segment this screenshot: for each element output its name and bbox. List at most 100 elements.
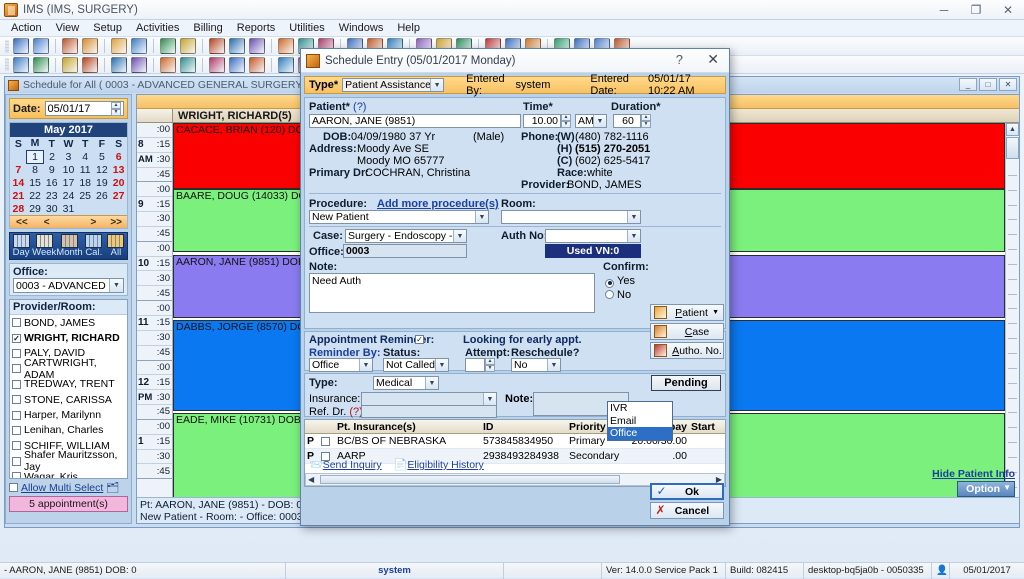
provider-row-7[interactable]: Lenihan, Charles <box>10 423 127 438</box>
view-tab-day[interactable]: Day <box>10 233 32 259</box>
menu-help[interactable]: Help <box>390 21 427 35</box>
toolbar-button-7[interactable] <box>160 38 176 54</box>
toolbar-button-3[interactable] <box>62 38 78 54</box>
provider-checkbox[interactable] <box>12 379 21 389</box>
procedure-chevron-down-icon[interactable]: ▼ <box>475 211 488 223</box>
close-button[interactable]: ✕ <box>992 0 1024 20</box>
type-combo[interactable]: Patient Assistance ▼ <box>342 78 445 92</box>
patient-button[interactable]: Patient ▼ <box>650 304 724 321</box>
calendar-day-11[interactable]: 11 <box>77 163 94 176</box>
patient-input[interactable]: AARON, JANE (9851) <box>309 114 521 128</box>
time-input[interactable]: 10.00 <box>523 114 561 128</box>
provider-row-0[interactable]: BOND, JAMES <box>10 315 127 330</box>
reminder-by-combo[interactable]: Office ▼ <box>309 358 373 372</box>
calendar-day-17[interactable]: 17 <box>60 176 77 189</box>
view-tab-cal[interactable]: Cal. <box>83 233 105 259</box>
calendar-day-23[interactable]: 23 <box>43 189 60 202</box>
calendar-next-year-button[interactable]: >> <box>110 217 127 228</box>
ampm-chevron-down-icon[interactable]: ▼ <box>593 115 606 127</box>
reschedule-combo[interactable]: No ▼ <box>511 358 561 372</box>
time-slot-1:00[interactable]: :00 <box>137 420 172 435</box>
menu-view[interactable]: View <box>49 21 87 35</box>
insurance-checkbox[interactable] <box>321 436 330 446</box>
insurance-combo[interactable]: ▼ <box>361 392 497 406</box>
calendar-day-31[interactable]: 31 <box>60 202 77 215</box>
toolbar-button-4[interactable] <box>82 38 98 54</box>
time-slot-8:30[interactable]: AM:30 <box>137 153 172 168</box>
time-slot-8:45[interactable]: :45 <box>137 168 172 183</box>
menu-billing[interactable]: Billing <box>186 21 229 35</box>
time-slot-10:00[interactable]: :00 <box>137 242 172 257</box>
toolbar-button-10[interactable] <box>229 38 245 54</box>
provider-row-1[interactable]: ✓ WRIGHT, RICHARD <box>10 330 127 345</box>
toolbar-button-7[interactable] <box>160 56 176 73</box>
calendar-day-3[interactable]: 3 <box>60 150 77 163</box>
time-slot-11:15[interactable]: 11:15 <box>137 316 172 331</box>
toolbar-button-1[interactable] <box>13 56 29 73</box>
provider-checkbox[interactable] <box>12 425 21 435</box>
provider-checkbox[interactable] <box>12 410 21 420</box>
hide-patient-info-link[interactable]: Hide Patient Info <box>932 468 1015 480</box>
reminder-by-option-ivr[interactable]: IVR <box>608 402 672 415</box>
menu-windows[interactable]: Windows <box>332 21 391 35</box>
attempt-spinner[interactable]: ▲ ▼ <box>485 358 495 372</box>
toolbar-button-9[interactable] <box>209 56 225 73</box>
dialog-close-button[interactable]: ✕ <box>707 51 719 68</box>
calendar-day-24[interactable]: 24 <box>60 189 77 202</box>
calendar-day-26[interactable]: 26 <box>94 189 111 202</box>
send-inquiry-action[interactable]: 📨Send Inquiry <box>309 458 382 471</box>
toolbar-button-1[interactable] <box>13 38 29 54</box>
schedule-close-button[interactable]: ✕ <box>999 78 1017 91</box>
room-chevron-down-icon[interactable]: ▼ <box>627 211 640 223</box>
provider-row-5[interactable]: STONE, CARISSA <box>10 392 127 407</box>
time-slot-9:30[interactable]: :30 <box>137 212 172 227</box>
calendar-day-20[interactable]: 20 <box>110 176 127 189</box>
calendar-day-6[interactable]: 6 <box>110 150 127 163</box>
time-slot-9:45[interactable]: :45 <box>137 227 172 242</box>
toolbar-button-5[interactable] <box>111 56 127 73</box>
reminder-by-chevron-down-icon[interactable]: ▼ <box>359 359 372 371</box>
case-button[interactable]: Case <box>650 323 724 340</box>
ampm-combo[interactable]: AM ▼ <box>575 114 607 128</box>
calendar-day-27[interactable]: 27 <box>110 189 127 202</box>
calendar-day-1[interactable]: 1 <box>26 149 44 164</box>
room-combo[interactable]: ▼ <box>501 210 641 224</box>
chevron-down-icon[interactable]: ▼ <box>109 279 123 292</box>
calendar-day-7[interactable]: 7 <box>10 163 27 176</box>
date-spinner[interactable]: ▲ ▼ <box>111 102 121 116</box>
date-input[interactable]: 05/01/17 ▲ ▼ <box>44 101 124 116</box>
type2-chevron-down-icon[interactable]: ▼ <box>425 377 438 389</box>
add-more-procedures-link[interactable]: Add more procedure(s) <box>377 198 499 210</box>
provider-checkbox[interactable] <box>12 472 21 478</box>
time-slot-10:45[interactable]: :45 <box>137 286 172 302</box>
view-tab-month[interactable]: Month <box>56 233 83 259</box>
ref-dr-input[interactable] <box>361 405 497 418</box>
toolbar-button-8[interactable] <box>180 38 196 54</box>
calendar-day-2[interactable]: 2 <box>43 150 60 163</box>
toolbar-button-4[interactable] <box>82 56 98 73</box>
time-slot-1:15[interactable]: 1:15 <box>137 435 172 450</box>
time-slot-9:00[interactable]: :00 <box>137 182 172 198</box>
provider-row-9[interactable]: Shafer Mauritzsson, Jay <box>10 449 127 473</box>
scroll-up-button[interactable]: ▲ <box>1006 123 1019 136</box>
patient-help-icon[interactable]: (?) <box>353 101 366 113</box>
time-slot-12:00[interactable]: :00 <box>137 361 172 376</box>
toolbar-button-12[interactable] <box>278 38 294 54</box>
dialog-help-button[interactable]: ? <box>676 52 683 67</box>
calendar-day-29[interactable]: 29 <box>27 202 44 215</box>
reminder-by-dropdown-list[interactable]: IVR Email Office <box>607 401 673 441</box>
time-slot-12:30[interactable]: PM:30 <box>137 390 172 406</box>
menu-activities[interactable]: Activities <box>129 21 186 35</box>
reschedule-chevron-down-icon[interactable]: ▼ <box>547 359 560 371</box>
provider-checkbox[interactable] <box>12 318 21 328</box>
toolbar-grip[interactable] <box>5 58 9 71</box>
confirm-no-radio[interactable]: No <box>605 289 631 301</box>
auth-chevron-down-icon[interactable]: ▼ <box>627 230 640 242</box>
menu-reports[interactable]: Reports <box>230 21 283 35</box>
reminder-by-option-office[interactable]: Office <box>608 427 672 440</box>
provider-row-3[interactable]: CARTWRIGHT, ADAM <box>10 357 127 381</box>
date-selector[interactable]: Date: 05/01/17 ▲ ▼ <box>9 98 128 119</box>
scroll-thumb[interactable] <box>1006 137 1019 159</box>
time-slot-9:15[interactable]: 9:15 <box>137 197 172 213</box>
time-slot-10:30[interactable]: :30 <box>137 271 172 287</box>
